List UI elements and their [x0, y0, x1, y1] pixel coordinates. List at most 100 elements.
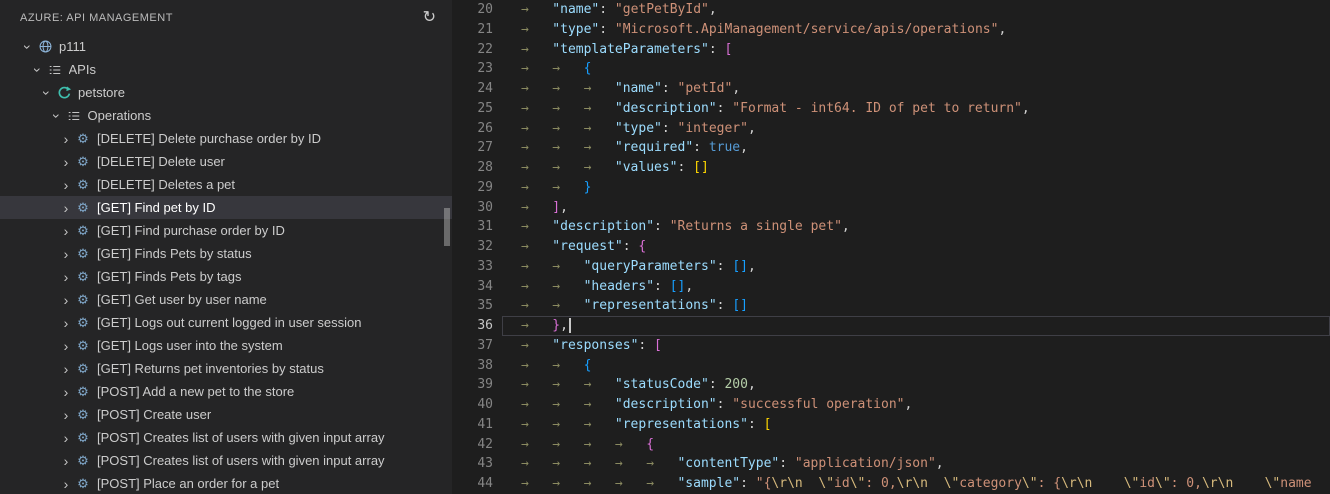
code-line-20[interactable]: 20 → "name": "getPetById",: [452, 0, 1330, 20]
token-str: id: [834, 476, 850, 491]
tab-whitespace-icon: →: [521, 219, 529, 235]
token-punc: ,: [904, 397, 913, 412]
token-esc: \r\n: [1061, 476, 1093, 491]
code-line-42[interactable]: 42 → → → → {: [452, 435, 1330, 455]
tree-item-label: [GET] Returns pet inventories by status: [97, 361, 324, 376]
code-line-31[interactable]: 31 → "description": "Returns a single pet"…: [452, 217, 1330, 237]
tab-whitespace-icon: →: [552, 377, 561, 393]
tab-whitespace-icon: →: [521, 377, 529, 393]
chevron-down-icon[interactable]: ›: [20, 39, 36, 55]
chevron-right-icon[interactable]: ›: [58, 293, 74, 307]
tree-item-get-logs-user-into-the-system[interactable]: › ⚙ [GET] Logs user into the system: [0, 334, 452, 357]
chevron-right-icon[interactable]: ›: [58, 477, 74, 491]
tree-item-post-create-user[interactable]: › ⚙ [POST] Create user: [0, 403, 452, 426]
token-punc: :: [677, 160, 694, 175]
token-esc: \r\n: [1201, 476, 1234, 491]
tree-item-apis[interactable]: › APIs: [0, 58, 452, 81]
chevron-right-icon[interactable]: ›: [58, 385, 74, 399]
code-line-26[interactable]: 26 → → → "type": "integer",: [452, 119, 1330, 139]
chevron-right-icon[interactable]: ›: [58, 431, 74, 445]
code-editor[interactable]: 20 → "name": "getPetById", 21 → "type": "Micr…: [452, 0, 1330, 494]
tree-item-get-find-pet-by-id[interactable]: › ⚙ [GET] Find pet by ID: [0, 196, 452, 219]
token-punc: :: [747, 416, 764, 432]
code-line-23[interactable]: 23 → → {: [452, 59, 1330, 79]
tree-item-operations[interactable]: › Operations: [0, 104, 452, 127]
tab-whitespace-icon: →: [552, 81, 561, 96]
tree-item-get-logs-out-current-logged-in-user-session[interactable]: › ⚙ [GET] Logs out current logged in user …: [0, 311, 452, 334]
token-esc: \r\n: [896, 476, 928, 491]
code-line-36[interactable]: 36 →},: [452, 316, 1330, 336]
code-line-44[interactable]: 44 → → → → → "sample": "{\r\n \"id\": 0,\r\n \…: [452, 474, 1330, 494]
tree-item-get-find-purchase-order-by-id[interactable]: › ⚙ [GET] Find purchase order by ID: [0, 219, 452, 242]
token-str: [928, 476, 944, 491]
code-line-37[interactable]: 37 → "responses": [: [452, 336, 1330, 356]
tree-item-delete-delete-purchase-order-by-id[interactable]: › ⚙ [DELETE] Delete purchase order by ID: [0, 127, 452, 150]
chevron-right-icon[interactable]: ›: [58, 132, 74, 146]
code-line-22[interactable]: 22 → "templateParameters": [: [452, 40, 1330, 60]
code-line-29[interactable]: 29 → →}: [452, 178, 1330, 198]
code-line-30[interactable]: 30 →],: [452, 198, 1330, 218]
tree-item-delete-delete-user[interactable]: › ⚙ [DELETE] Delete user: [0, 150, 452, 173]
tree-item-p111[interactable]: › p111: [0, 35, 452, 58]
chevron-right-icon[interactable]: ›: [58, 224, 74, 238]
tree-item-get-finds-pets-by-tags[interactable]: › ⚙ [GET] Finds Pets by tags: [0, 265, 452, 288]
tab-whitespace-icon: →: [521, 476, 529, 491]
sidebar-scrollbar[interactable]: [444, 208, 450, 246]
tree-item-petstore[interactable]: › petstore: [0, 81, 452, 104]
list-tree-icon: [65, 109, 83, 123]
token-punc: ,: [708, 2, 717, 17]
token-b3: {: [583, 357, 592, 373]
tree-item-delete-deletes-a-pet[interactable]: › ⚙ [DELETE] Deletes a pet: [0, 173, 452, 196]
line-number: 23: [477, 61, 493, 77]
chevron-right-icon[interactable]: ›: [58, 178, 74, 192]
chevron-right-icon[interactable]: ›: [58, 408, 74, 422]
tree-item-post-creates-list-of-users-with-given-input-array[interactable]: › ⚙ [POST] Creates list of users with give…: [0, 426, 452, 449]
chevron-right-icon[interactable]: ›: [58, 155, 74, 169]
tab-whitespace-icon: →: [646, 476, 655, 491]
tree-item-get-get-user-by-user-name[interactable]: › ⚙ [GET] Get user by user name: [0, 288, 452, 311]
tab-whitespace-icon: →: [521, 179, 529, 195]
code-line-33[interactable]: 33 → → "queryParameters": [],: [452, 257, 1330, 277]
code-line-40[interactable]: 40 → → → "description": "successful operatio…: [452, 395, 1330, 415]
chevron-right-icon[interactable]: ›: [58, 339, 74, 353]
code-line-38[interactable]: 38 → → {: [452, 356, 1330, 376]
chevron-right-icon[interactable]: ›: [58, 362, 74, 376]
token-key: "sample": [677, 476, 741, 491]
tab-whitespace-icon: →: [552, 160, 561, 175]
chevron-down-icon[interactable]: ›: [49, 108, 65, 124]
tab-whitespace-icon: →: [552, 140, 561, 156]
chevron-right-icon[interactable]: ›: [58, 316, 74, 330]
tree-item-post-add-a-new-pet-to-the-store[interactable]: › ⚙ [POST] Add a new pet to the store: [0, 380, 452, 403]
chevron-right-icon[interactable]: ›: [58, 201, 74, 215]
tree-item-get-returns-pet-inventories-by-status[interactable]: › ⚙ [GET] Returns pet inventories by statu…: [0, 357, 452, 380]
code-line-34[interactable]: 34 → → "headers": [],: [452, 277, 1330, 297]
code-line-25[interactable]: 25 → → → "description": "Format - int64. ID …: [452, 99, 1330, 119]
code-line-28[interactable]: 28 → → → "values": []: [452, 158, 1330, 178]
operation-icon: ⚙: [77, 177, 89, 192]
code-line-24[interactable]: 24 → → → "name": "petId",: [452, 79, 1330, 99]
code-line-27[interactable]: 27 → → → "required": true,: [452, 138, 1330, 158]
line-number: 37: [477, 337, 493, 353]
tree-item-post-place-an-order-for-a-pet[interactable]: › ⚙ [POST] Place an order for a pet: [0, 472, 452, 494]
refresh-icon[interactable]: ↻: [423, 9, 436, 26]
line-content: → → → "type": "integer",: [502, 119, 1330, 139]
code-line-39[interactable]: 39 → → → "statusCode": 200,: [452, 375, 1330, 395]
chevron-right-icon[interactable]: ›: [58, 454, 74, 468]
tree-item-label: [DELETE] Delete purchase order by ID: [97, 131, 321, 146]
code-line-43[interactable]: 43 → → → → → "contentType": "application/json"…: [452, 454, 1330, 474]
tree-item-post-creates-list-of-users-with-given-input-array[interactable]: › ⚙ [POST] Creates list of users with give…: [0, 449, 452, 472]
code-line-21[interactable]: 21 → "type": "Microsoft.ApiManagement/serv…: [452, 20, 1330, 40]
token-key: "name": [552, 2, 600, 17]
code-line-32[interactable]: 32 → "request": {: [452, 237, 1330, 257]
code-line-41[interactable]: 41 → → → "representations": [: [452, 415, 1330, 435]
panel-title: AZURE: API MANAGEMENT: [20, 11, 173, 24]
operation-icon: ⚙: [77, 246, 89, 261]
tab-whitespace-icon: →: [583, 377, 592, 393]
chevron-down-icon[interactable]: ›: [30, 62, 46, 78]
chevron-right-icon[interactable]: ›: [58, 270, 74, 284]
chevron-right-icon[interactable]: ›: [58, 247, 74, 261]
line-number: 30: [477, 199, 493, 215]
tree-item-get-finds-pets-by-status[interactable]: › ⚙ [GET] Finds Pets by status: [0, 242, 452, 265]
code-line-35[interactable]: 35 → → "representations": []: [452, 296, 1330, 316]
chevron-down-icon[interactable]: ›: [39, 85, 55, 101]
